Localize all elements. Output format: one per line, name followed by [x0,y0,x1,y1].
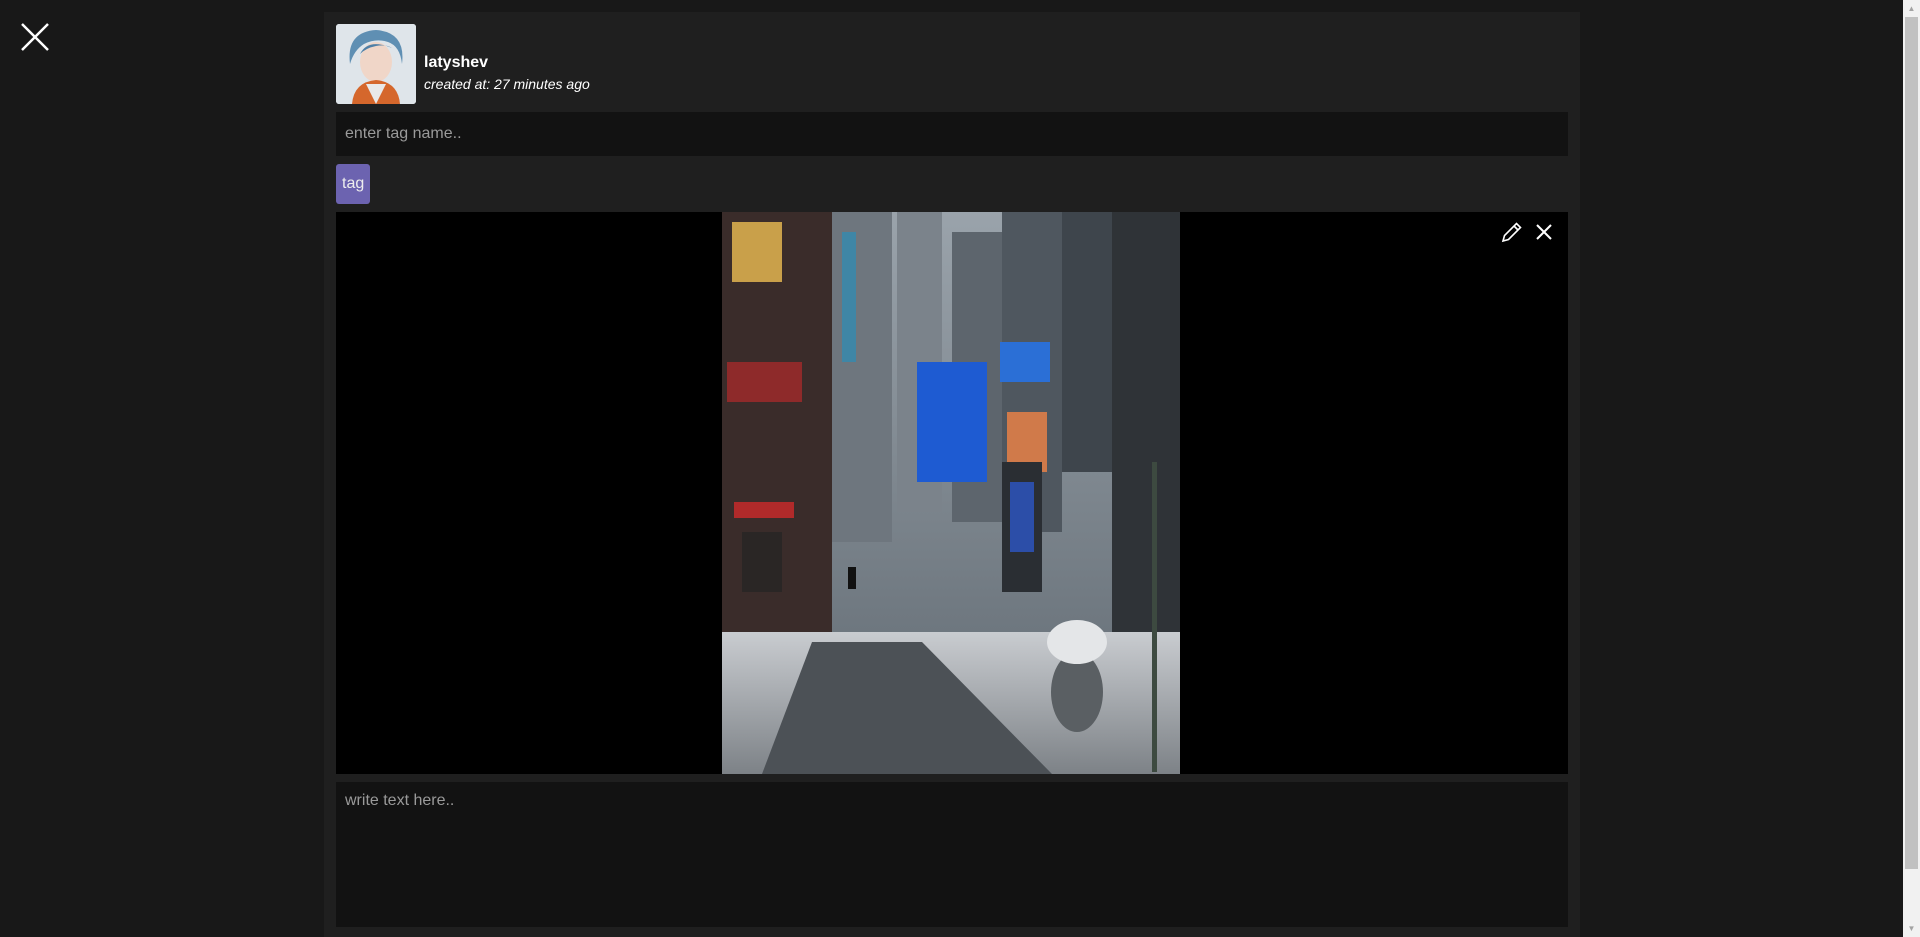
close-icon [21,23,49,51]
remove-image-button[interactable] [1532,220,1556,244]
scroll-down-arrow-icon[interactable]: ▼ [1903,920,1920,937]
tag-name-input[interactable] [336,112,1568,156]
post-editor-panel: latyshev created at: 27 minutes ago tag [324,12,1580,937]
scroll-up-arrow-icon[interactable]: ▲ [1903,0,1920,17]
close-icon [1536,224,1552,240]
avatar[interactable] [336,24,416,104]
image-preview [336,212,1568,774]
pencil-icon [1501,222,1522,243]
user-meta: latyshev created at: 27 minutes ago [424,24,590,93]
post-text-input[interactable] [336,782,1568,927]
created-timestamp: created at: 27 minutes ago [424,76,590,92]
avatar-image [336,24,416,104]
post-header: latyshev created at: 27 minutes ago [336,24,590,104]
post-photo [722,212,1180,774]
photo-image [722,212,1180,774]
vertical-scrollbar[interactable]: ▲ ▼ [1903,0,1920,937]
scrollbar-thumb[interactable] [1905,17,1918,869]
tag-chip[interactable]: tag [336,164,371,204]
edit-image-button[interactable] [1500,220,1524,244]
author-name[interactable]: latyshev [424,53,590,73]
close-modal-button[interactable] [14,16,54,56]
